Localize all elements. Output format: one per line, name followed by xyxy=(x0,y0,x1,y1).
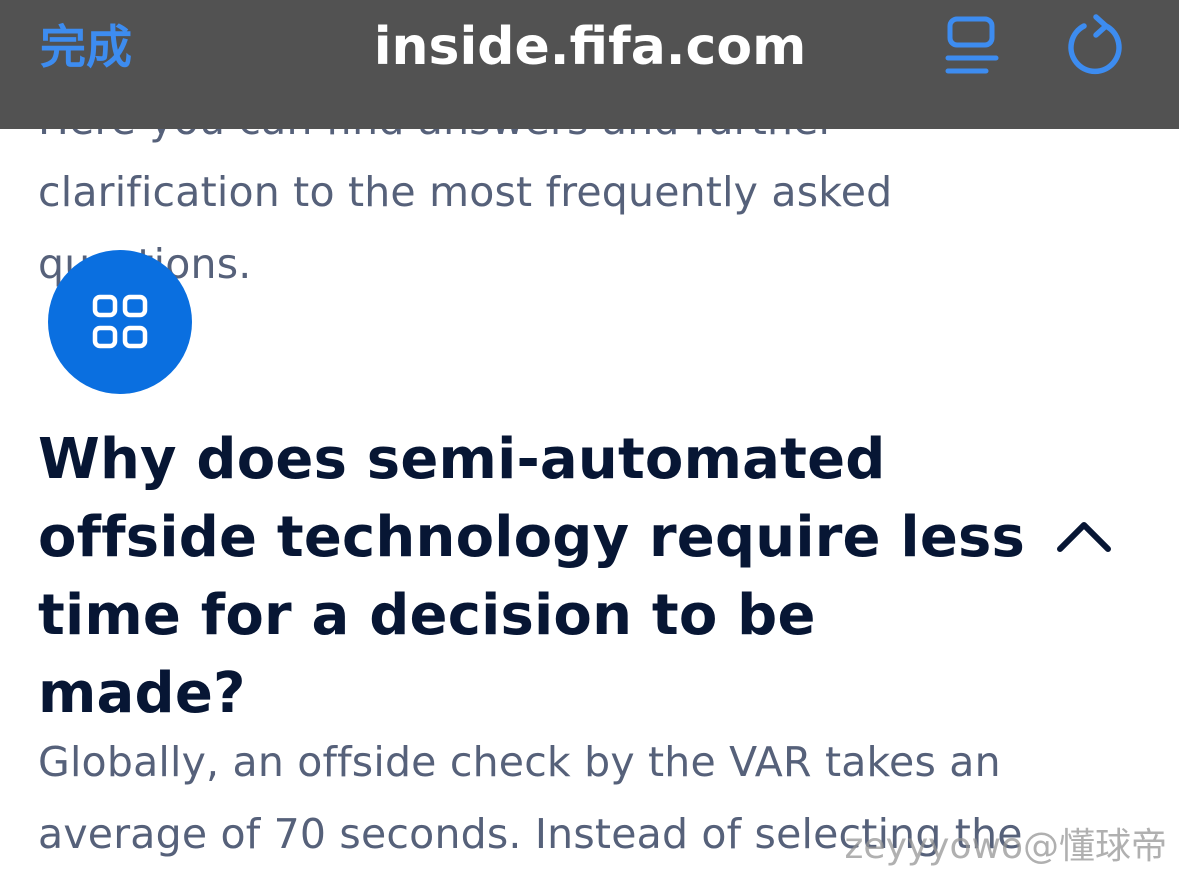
grid-menu-button[interactable] xyxy=(48,250,192,394)
reload-button[interactable] xyxy=(1062,12,1126,78)
done-button[interactable]: 完成 xyxy=(40,12,132,82)
page-content: Here you can find answers and further cl… xyxy=(0,0,1179,878)
site-domain-title: inside.fifa.com xyxy=(373,17,807,77)
reader-view-button[interactable] xyxy=(940,14,1004,78)
reader-view-icon xyxy=(945,16,999,74)
chevron-up-icon xyxy=(1057,522,1111,552)
grid-menu-icon xyxy=(92,294,148,349)
browser-top-bar: 完成 inside.fifa.com xyxy=(0,0,1179,129)
reload-icon xyxy=(1068,14,1122,75)
faq-collapse-toggle[interactable] xyxy=(1052,510,1116,562)
watermark-text: zeyyyowo@懂球帝 xyxy=(844,826,1167,867)
faq-question-heading[interactable]: Why does semi-automated offside technolo… xyxy=(38,421,1038,733)
